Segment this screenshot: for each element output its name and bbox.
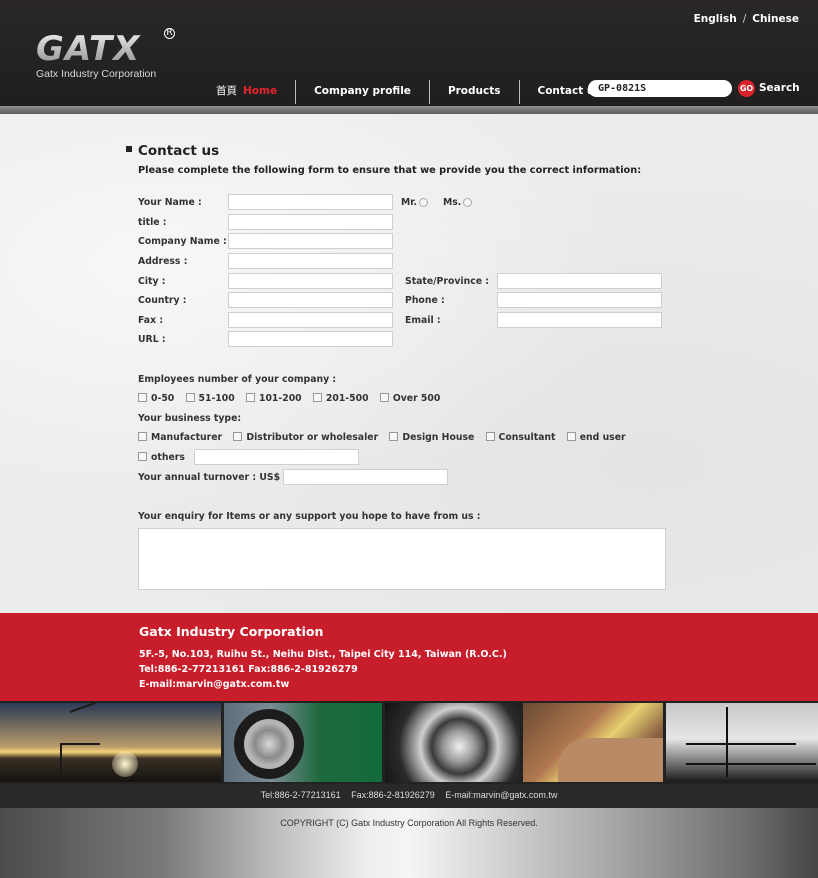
svg-text:GATX: GATX	[36, 30, 141, 64]
nav-home[interactable]: 首頁 Home	[210, 80, 297, 104]
page-title: Contact us	[126, 143, 219, 159]
company-name-label: Company Name :	[138, 236, 227, 247]
main-nav: 首頁 Home Company profile Products Contact …	[210, 80, 619, 104]
footer-company-name: Gatx Industry Corporation	[139, 624, 324, 639]
employees-option[interactable]: 0-50	[138, 393, 174, 404]
email-label: Email :	[405, 315, 441, 326]
checkbox[interactable]	[138, 393, 147, 402]
business-option[interactable]: Design House	[389, 432, 474, 443]
content-area: Contact us Please complete the following…	[0, 114, 818, 613]
business-option[interactable]: Distributor or wholesaler	[233, 432, 378, 443]
checkbox[interactable]	[485, 432, 495, 441]
title-label: title :	[138, 217, 167, 228]
state-input[interactable]	[497, 273, 662, 289]
business-option[interactable]: Manufacturer	[138, 432, 222, 443]
photo-strip	[0, 701, 818, 784]
search-link[interactable]: Search	[759, 82, 800, 94]
phone-label: Phone :	[405, 295, 445, 306]
nav-home-label: Home	[243, 85, 278, 97]
checkbox[interactable]	[245, 393, 255, 402]
title-input[interactable]	[228, 214, 393, 230]
footer-email: E-mail:marvin@gatx.com.tw	[139, 679, 290, 690]
business-type-options: Manufacturer Distributor or wholesaler D…	[138, 432, 634, 443]
footer-contact-email: E-mail:marvin@gatx.com.tw	[445, 790, 558, 800]
mr-option: Mr.	[401, 197, 429, 208]
footer-fax: Fax:886-2-81926279	[351, 790, 435, 800]
checkbox[interactable]	[185, 393, 195, 402]
construction-crane-photo	[0, 703, 221, 782]
footer-contact-bar: Tel:886-2-77213161 Fax:886-2-81926279 E-…	[0, 784, 818, 808]
site-logo[interactable]: GATX R Gatx Industry Corporation	[36, 28, 176, 82]
mr-radio[interactable]	[419, 198, 429, 207]
state-label: State/Province :	[405, 276, 489, 287]
address-label: Address :	[138, 256, 188, 267]
footer-address: 5F.-5, No.103, Ruihu St., Neihu Dist., T…	[139, 649, 507, 660]
checkbox[interactable]	[138, 452, 147, 461]
polisher-photo	[523, 703, 663, 782]
copyright-text: COPYRIGHT (C) Gatx Industry Corporation …	[280, 818, 538, 828]
fax-label: Fax :	[138, 315, 164, 326]
form-instructions: Please complete the following form to en…	[138, 165, 642, 176]
checkbox[interactable]	[379, 393, 389, 402]
footer-company-info: Gatx Industry Corporation 5F.-5, No.103,…	[0, 613, 818, 701]
employees-label: Employees number of your company :	[138, 374, 337, 385]
ms-radio[interactable]	[463, 198, 473, 207]
logo-tagline: Gatx Industry Corporation	[36, 68, 157, 80]
employees-option[interactable]: 101-200	[245, 393, 302, 404]
steel-workers-photo	[666, 703, 818, 782]
footer-tel: Tel:886-2-77213161	[260, 790, 341, 800]
site-header: GATX R Gatx Industry Corporation English…	[0, 0, 818, 106]
turnover-label: Your annual turnover : US$	[138, 472, 281, 483]
turnover-input[interactable]	[283, 469, 448, 485]
checkbox[interactable]	[389, 432, 399, 441]
address-input[interactable]	[228, 253, 393, 269]
enquiry-textarea[interactable]	[138, 528, 666, 590]
language-switch: English / Chinese	[694, 13, 799, 25]
gatx-logo-icon: GATX	[36, 30, 141, 64]
checkbox[interactable]	[138, 432, 147, 441]
city-input[interactable]	[228, 273, 393, 289]
bullet-icon	[126, 146, 132, 152]
header-divider	[0, 106, 818, 114]
search-input[interactable]	[588, 80, 732, 97]
footer-copyright: COPYRIGHT (C) Gatx Industry Corporation …	[0, 808, 818, 878]
country-input[interactable]	[228, 292, 393, 308]
lang-separator: /	[742, 13, 747, 25]
registered-mark: R	[164, 28, 175, 39]
others-option[interactable]: others	[138, 452, 185, 463]
company-name-input[interactable]	[228, 233, 393, 249]
employees-option[interactable]: 201-500	[312, 393, 369, 404]
url-input[interactable]	[228, 331, 393, 347]
url-label: URL :	[138, 334, 166, 345]
checkbox[interactable]	[566, 432, 576, 441]
country-label: Country :	[138, 295, 187, 306]
employees-options: 0-50 51-100 101-200 201-500 Over 500	[138, 393, 448, 404]
checkbox[interactable]	[312, 393, 322, 402]
phone-input[interactable]	[497, 292, 662, 308]
lang-chinese-link[interactable]: Chinese	[752, 13, 799, 25]
nav-company-profile[interactable]: Company profile	[296, 80, 430, 104]
business-option[interactable]: Consultant	[485, 432, 556, 443]
nav-products[interactable]: Products	[430, 80, 520, 104]
checkbox[interactable]	[233, 432, 243, 441]
city-label: City :	[138, 276, 166, 287]
tire-wrench-photo	[224, 703, 382, 782]
ms-option: Ms.	[443, 197, 473, 208]
employees-option[interactable]: 51-100	[185, 393, 235, 404]
others-input[interactable]	[194, 449, 359, 465]
footer-tel-fax: Tel:886-2-77213161 Fax:886-2-81926279	[139, 664, 358, 675]
grinding-tool-photo	[385, 703, 520, 782]
business-type-label: Your business type:	[138, 413, 242, 424]
business-option[interactable]: end user	[566, 432, 626, 443]
your-name-label: Your Name :	[138, 197, 202, 208]
nav-home-zh: 首頁	[216, 85, 237, 97]
your-name-input[interactable]	[228, 194, 393, 210]
employees-option[interactable]: Over 500	[379, 393, 440, 404]
go-button[interactable]: GO	[738, 80, 755, 97]
email-input[interactable]	[497, 312, 662, 328]
lang-english-link[interactable]: English	[694, 13, 737, 25]
fax-input[interactable]	[228, 312, 393, 328]
enquiry-label: Your enquiry for Items or any support yo…	[138, 511, 481, 522]
